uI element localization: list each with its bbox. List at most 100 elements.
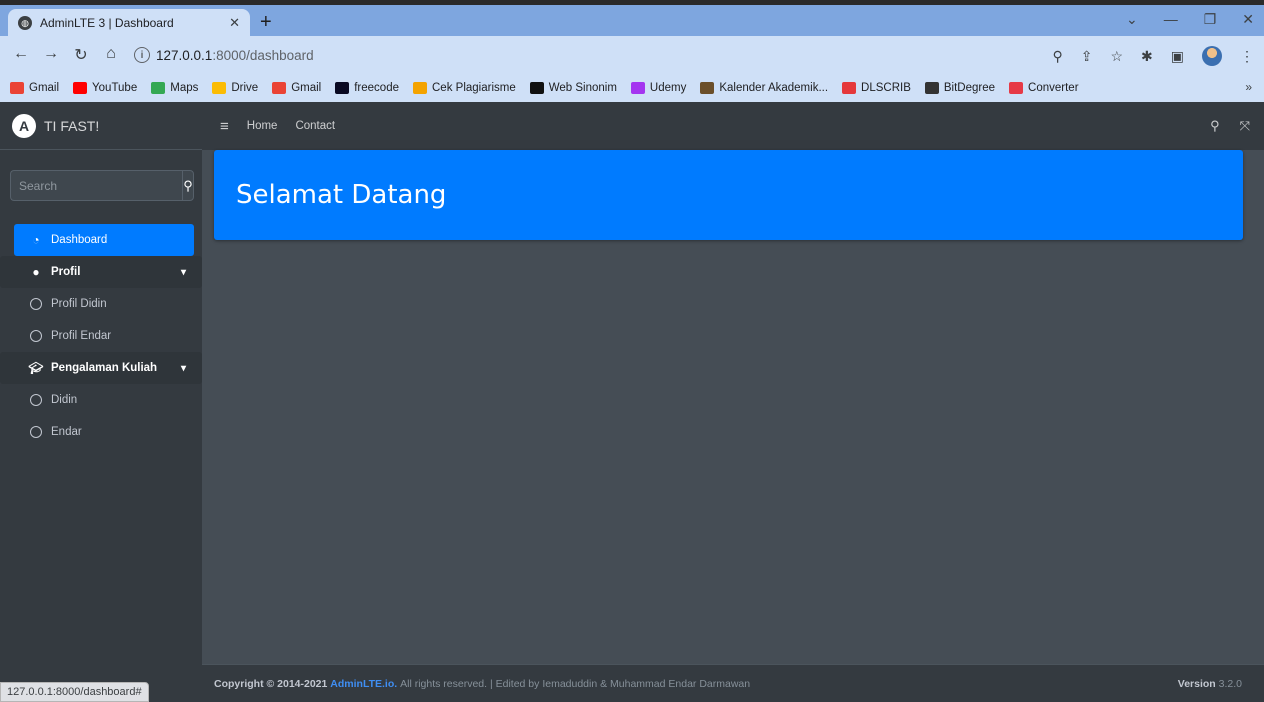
sidebar-item-label: Profil Endar	[51, 330, 112, 342]
bookmarks-bar: Gmail YouTube Maps Drive Gmail freecode Cek Pl…	[0, 74, 1264, 102]
sidebar-menu: ◔ Dashboard ● Profil ▾ Profil Didin Prof…	[0, 224, 202, 448]
bookmark-item[interactable]: freecode	[335, 82, 399, 94]
search-input[interactable]	[10, 170, 182, 201]
bookmark-item[interactable]: Gmail	[272, 82, 321, 94]
bookmark-label: Converter	[1028, 82, 1079, 94]
globe-icon: ◍	[18, 16, 32, 30]
sidebar-item-endar[interactable]: Endar	[14, 416, 194, 448]
bookmark-label: freecode	[354, 82, 399, 94]
footer-version: Version 3.2.0	[1178, 678, 1242, 690]
bookmark-label: Gmail	[291, 82, 322, 94]
bookmark-label: Drive	[231, 82, 259, 94]
bookmark-item[interactable]: Drive	[212, 82, 258, 94]
tab-title: AdminLTE 3 | Dashboard	[40, 16, 174, 30]
bookmark-item[interactable]: Maps	[151, 82, 198, 94]
address-bar[interactable]: i 127.0.0.1:8000/dashboard	[134, 41, 1004, 69]
content-wrapper: Selamat Datang	[202, 150, 1264, 664]
info-icon[interactable]: i	[134, 47, 150, 63]
bookmark-label: Udemy	[649, 82, 687, 94]
reload-icon[interactable]: ↻	[68, 45, 94, 65]
bookmark-item[interactable]: DLSCRIB	[842, 82, 911, 94]
nav-link-contact[interactable]: Contact	[295, 120, 335, 132]
brand-name: TI FAST!	[44, 117, 100, 134]
search-icon[interactable]: ⚲	[1210, 118, 1220, 134]
fullscreen-icon[interactable]: ⤧	[1240, 118, 1250, 134]
main-footer: Copyright © 2014-2021 AdminLTE.io. All r…	[202, 664, 1264, 702]
bookmark-favicon-icon	[212, 82, 227, 94]
star-icon[interactable]: ☆	[1110, 48, 1123, 65]
circle-icon	[28, 298, 44, 310]
version-label: Version	[1177, 678, 1216, 690]
bookmark-item[interactable]: Cek Plagiarisme	[413, 82, 516, 94]
bookmark-item[interactable]: Converter	[1009, 82, 1079, 94]
browser-tab[interactable]: ◍ AdminLTE 3 | Dashboard ✕	[8, 9, 250, 37]
circle-icon	[28, 426, 44, 438]
sidebar-item-profil-endar[interactable]: Profil Endar	[14, 320, 194, 352]
bookmark-favicon-icon	[842, 82, 857, 94]
footer-copyright: Copyright © 2014-2021	[214, 677, 328, 690]
status-bar-url: 127.0.0.1:8000/dashboard#	[0, 682, 149, 702]
circle-icon	[28, 394, 44, 406]
sidebar-search: ⚲	[10, 170, 194, 201]
zoom-icon[interactable]: ⚲	[1052, 48, 1062, 65]
restore-button[interactable]: ❐	[1204, 11, 1217, 28]
page-title: Selamat Datang	[236, 180, 447, 210]
hamburger-icon[interactable]: ≡	[220, 118, 229, 135]
circle-icon	[28, 330, 44, 342]
chevron-down-icon: ▾	[180, 266, 186, 278]
sidebar-item-label: Endar	[51, 426, 82, 438]
bookmark-favicon-icon	[630, 82, 645, 94]
toolbar-actions: ⚲ ⇪ ☆ ✱ ▣ ⋮	[1052, 46, 1254, 66]
bookmark-label: Kalender Akademik...	[719, 82, 829, 94]
search-button[interactable]: ⚲	[182, 170, 194, 201]
bookmark-favicon-icon	[272, 82, 287, 94]
new-tab-button[interactable]: +	[260, 12, 272, 32]
sidebar-item-profil[interactable]: ● Profil ▾	[0, 256, 202, 288]
forward-icon[interactable]: →	[38, 45, 64, 65]
search-icon: ⚲	[183, 177, 193, 193]
bookmark-favicon-icon	[529, 82, 544, 94]
bookmark-item[interactable]: Gmail	[10, 82, 59, 94]
navbar-right: ⚲ ⤧	[1210, 118, 1250, 134]
browser-tabstrip: ◍ AdminLTE 3 | Dashboard ✕ + ⌄ — ❐ ✕	[0, 0, 1264, 37]
extensions-icon[interactable]: ✱	[1141, 48, 1153, 65]
bookmark-item[interactable]: Kalender Akademik...	[700, 82, 828, 94]
nav-link-home[interactable]: Home	[247, 120, 278, 132]
bookmark-item[interactable]: YouTube	[73, 82, 137, 94]
sidebar-item-label: Pengalaman Kuliah	[51, 362, 158, 374]
bookmark-label: Maps	[170, 82, 199, 94]
bookmark-label: Web Sinonim	[548, 82, 617, 94]
bookmark-item[interactable]: Web Sinonim	[529, 82, 617, 94]
close-window-button[interactable]: ✕	[1242, 11, 1254, 28]
graduation-cap-icon: 🎓︎	[28, 361, 44, 375]
version-number: 3.2.0	[1218, 678, 1242, 690]
bookmark-label: YouTube	[92, 82, 138, 94]
bookmark-label: BitDegree	[943, 82, 996, 94]
sidebar-item-dashboard[interactable]: ◔ Dashboard	[14, 224, 194, 256]
bookmark-favicon-icon	[700, 82, 715, 94]
footer-brand-link[interactable]: AdminLTE.io.	[330, 678, 397, 690]
avatar[interactable]	[1202, 46, 1222, 66]
bookmark-favicon-icon	[151, 82, 166, 94]
bookmark-favicon-icon	[73, 82, 88, 94]
bookmark-favicon-icon	[924, 82, 939, 94]
bookmark-item[interactable]: Udemy	[630, 82, 687, 94]
top-navbar: ≡ Home Contact ⚲ ⤧	[202, 102, 1264, 150]
chevron-down-icon[interactable]: ⌄	[1126, 11, 1138, 28]
sidebar-item-pengalaman-kuliah[interactable]: 🎓︎ Pengalaman Kuliah ▾	[0, 352, 202, 384]
bookmark-favicon-icon	[413, 82, 427, 94]
chevron-right-icon[interactable]: »	[1245, 80, 1252, 94]
back-icon[interactable]: ←	[8, 45, 34, 65]
minimize-button[interactable]: —	[1164, 11, 1178, 28]
sidebar-item-profil-didin[interactable]: Profil Didin	[14, 288, 194, 320]
bookmark-item[interactable]: BitDegree	[924, 82, 996, 94]
share-icon[interactable]: ⇪	[1081, 48, 1093, 65]
home-icon[interactable]: ⌂	[98, 45, 124, 65]
close-icon[interactable]: ✕	[229, 15, 240, 31]
sidebar-item-label: Dashboard	[51, 234, 108, 246]
sidebar-item-didin[interactable]: Didin	[14, 384, 194, 416]
brand-link[interactable]: A TI FAST!	[0, 102, 202, 150]
url-path: :8000/dashboard	[212, 47, 314, 63]
menu-icon[interactable]: ⋮	[1240, 48, 1254, 65]
sidepanel-icon[interactable]: ▣	[1171, 48, 1184, 65]
